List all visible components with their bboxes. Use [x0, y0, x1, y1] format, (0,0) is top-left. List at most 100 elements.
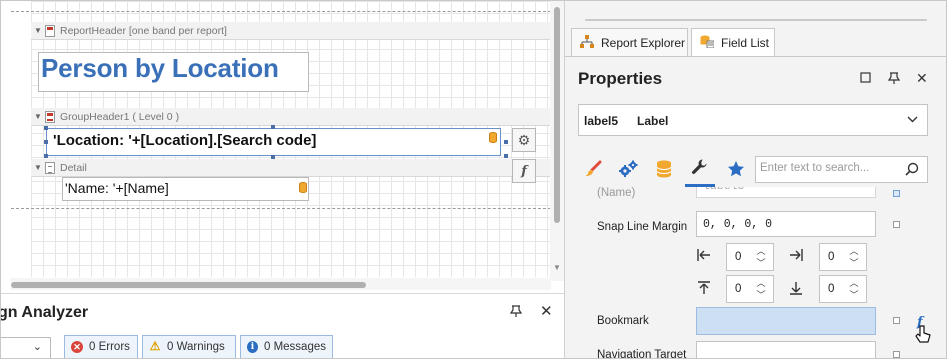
errors-filter-button[interactable]: ✕ 0 Errors [64, 335, 138, 358]
close-icon[interactable]: ✕ [540, 302, 553, 320]
margin-bottom-spinner[interactable]: 0 ︿ ﹀ [819, 275, 867, 303]
margin-right-spinner[interactable]: 0 ︿ ﹀ [819, 243, 867, 271]
name-label[interactable]: 'Name: '+[Name] [62, 177, 309, 201]
expression-editor-button[interactable]: f [512, 159, 536, 183]
property-value-text: label5 [703, 187, 744, 193]
name-label-text: 'Name: '+[Name] [65, 180, 169, 196]
band-caption: ReportHeader [one band per report] [60, 24, 227, 37]
source-combo-box[interactable]: ⌄ [1, 337, 51, 358]
vertical-scrollbar-thumb[interactable] [554, 7, 560, 223]
margin-left-icon [696, 249, 712, 265]
wrench-icon [691, 158, 709, 179]
title-label-text: Person by Location [41, 53, 279, 83]
property-grid[interactable]: (Name) label5 Snap Line Margin 0, 0, 0, … [565, 187, 935, 359]
panel-title: Properties [578, 69, 663, 88]
database-binding-icon [299, 182, 307, 193]
dock-grip[interactable] [585, 19, 927, 21]
tab-appearance[interactable] [579, 153, 609, 187]
errors-label: 0 Errors [89, 341, 130, 353]
margin-right-icon [788, 249, 804, 265]
property-value-snap-line-margin[interactable]: 0, 0, 0, 0 [696, 211, 876, 237]
selection-handle[interactable] [44, 140, 48, 144]
selection-handle[interactable] [44, 154, 48, 158]
warnings-label: 0 Warnings [167, 341, 225, 353]
chevron-up-icon[interactable]: ︿ [848, 246, 860, 256]
property-label-snap-line-margin: Snap Line Margin [597, 221, 688, 233]
tab-data[interactable] [649, 153, 679, 187]
property-label-navigation-target: Navigation Target [597, 349, 687, 359]
chevron-down-icon[interactable]: ﹀ [755, 258, 767, 268]
title-label[interactable]: Person by Location [38, 52, 309, 92]
tab-favorites[interactable] [721, 153, 751, 187]
property-search-box[interactable] [755, 156, 928, 183]
chevron-up-icon[interactable]: ︿ [848, 278, 860, 288]
selection-handle[interactable] [504, 154, 508, 158]
property-marker[interactable] [893, 221, 900, 228]
chevron-down-icon[interactable]: ﹀ [755, 290, 767, 300]
pin-icon[interactable] [887, 72, 901, 88]
search-input[interactable] [760, 162, 900, 174]
warnings-filter-button[interactable]: ⚠ 0 Warnings [142, 335, 236, 358]
band-header-group[interactable]: ▼ GroupHeader1 ( Level 0 ) [31, 108, 551, 126]
chevron-up-icon[interactable]: ︿ [755, 246, 767, 256]
selected-component-type: Label [637, 114, 669, 128]
collapse-arrow-icon[interactable]: ▼ [31, 26, 45, 35]
band-caption: GroupHeader1 ( Level 0 ) [60, 110, 180, 123]
location-label-text: 'Location: '+[Location].[Search code] [53, 132, 317, 149]
property-label-name: (Name) [597, 187, 636, 199]
property-marker[interactable] [893, 190, 900, 197]
chevron-down-icon: ⌄ [32, 341, 42, 353]
selection-handle[interactable] [504, 140, 508, 144]
maximize-icon[interactable] [860, 72, 871, 86]
property-marker[interactable] [893, 317, 900, 324]
property-value-bookmark[interactable] [696, 307, 876, 335]
property-label-bookmark: Bookmark [597, 315, 649, 327]
chevron-down-icon[interactable]: ﹀ [848, 258, 860, 268]
horizontal-scrollbar-thumb[interactable] [11, 282, 366, 288]
group-header-band-icon [45, 110, 55, 123]
tab-field-list[interactable]: Field List [691, 28, 775, 56]
close-icon[interactable]: ✕ [916, 70, 928, 87]
search-icon[interactable] [905, 162, 919, 179]
selected-component-name: label5 [584, 114, 619, 128]
detail-band-icon [45, 161, 55, 174]
smart-tag-settings-button[interactable]: ⚙ [512, 128, 536, 152]
selection-handle[interactable] [44, 126, 48, 130]
tab-strip-divider [565, 56, 946, 57]
margin-top-icon [696, 281, 712, 297]
band-header-detail[interactable]: ▼ Detail [31, 159, 551, 177]
scroll-down-arrow-icon[interactable]: ▼ [551, 263, 563, 273]
star-icon [727, 160, 745, 181]
field-list-icon [700, 35, 715, 51]
component-selector[interactable]: label5 Label [578, 104, 928, 136]
tab-label: Report Explorer [601, 35, 686, 50]
property-value-navigation-target[interactable] [696, 341, 876, 358]
spinner-value: 0 [735, 283, 742, 295]
collapse-arrow-icon[interactable]: ▼ [31, 112, 45, 121]
margin-top-spinner[interactable]: 0 ︿ ﹀ [726, 275, 774, 303]
report-designer-surface[interactable]: ▼ ReportHeader [one band per report] Per… [1, 1, 564, 291]
property-value-name[interactable]: label5 [696, 187, 876, 198]
info-icon: i [247, 341, 258, 353]
chevron-up-icon[interactable]: ︿ [755, 278, 767, 288]
tab-design[interactable] [685, 153, 715, 187]
warning-icon: ⚠ [149, 339, 161, 353]
tree-icon [580, 34, 594, 51]
brush-icon [585, 160, 603, 181]
property-marker[interactable] [893, 351, 900, 358]
tab-report-explorer[interactable]: Report Explorer [571, 28, 688, 56]
gears-icon [618, 160, 638, 181]
selection-handle[interactable] [271, 125, 275, 129]
property-grid-scrollbar[interactable] [937, 187, 946, 358]
property-value-text: 0, 0, 0, 0 [703, 218, 773, 231]
messages-filter-button[interactable]: i 0 Messages [240, 335, 333, 358]
collapse-arrow-icon[interactable]: ▼ [31, 163, 45, 172]
mouse-cursor-icon [914, 323, 932, 345]
band-header-report[interactable]: ▼ ReportHeader [one band per report] [31, 22, 551, 40]
chevron-down-icon[interactable]: ﹀ [848, 290, 860, 300]
location-label[interactable]: 'Location: '+[Location].[Search code] [46, 128, 501, 156]
tab-behavior[interactable] [613, 153, 643, 187]
error-icon: ✕ [71, 341, 83, 353]
margin-left-spinner[interactable]: 0 ︿ ﹀ [726, 243, 774, 271]
pin-icon[interactable] [509, 305, 523, 321]
